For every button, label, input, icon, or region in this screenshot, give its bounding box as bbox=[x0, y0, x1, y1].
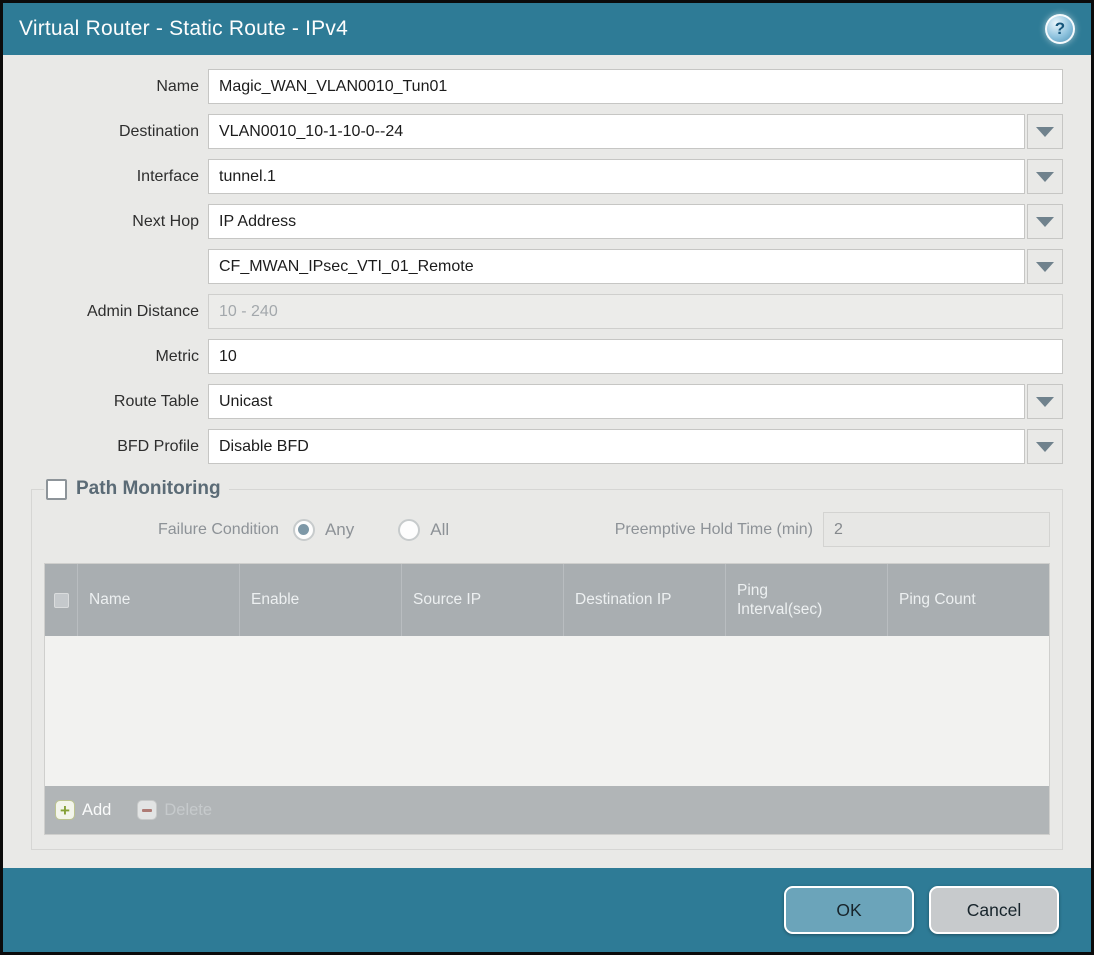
dialog-footer: OK Cancel bbox=[3, 868, 1091, 952]
name-input[interactable] bbox=[208, 69, 1063, 104]
select-all-checkbox[interactable] bbox=[53, 592, 69, 608]
dropdown-arrow-icon bbox=[1036, 126, 1054, 137]
metric-input[interactable] bbox=[208, 339, 1063, 374]
failure-condition-row: Failure Condition Any All Preemptive Hol… bbox=[44, 512, 1050, 547]
table-header-row: Name Enable Source IP Destination IP Pin… bbox=[45, 564, 1049, 636]
interface-row: Interface bbox=[31, 159, 1063, 194]
path-monitoring-legend: Path Monitoring bbox=[44, 478, 229, 500]
add-button-label: Add bbox=[82, 800, 112, 819]
route-table-input[interactable] bbox=[208, 384, 1025, 419]
next-hop-label: Next Hop bbox=[132, 212, 199, 230]
destination-row: Destination bbox=[31, 114, 1063, 149]
preemptive-hold-input[interactable] bbox=[823, 512, 1050, 547]
destination-input[interactable] bbox=[208, 114, 1025, 149]
next-hop-address-input[interactable] bbox=[208, 249, 1025, 284]
destination-dropdown-button[interactable] bbox=[1027, 114, 1063, 149]
next-hop-row: Next Hop bbox=[31, 204, 1063, 239]
admin-distance-label: Admin Distance bbox=[86, 302, 199, 320]
preemptive-hold-label: Preemptive Hold Time (min) bbox=[614, 520, 813, 538]
metric-row: Metric bbox=[31, 339, 1063, 374]
route-table-label: Route Table bbox=[113, 392, 199, 410]
destination-label: Destination bbox=[118, 122, 199, 140]
static-route-dialog: Virtual Router - Static Route - IPv4 ? N… bbox=[0, 0, 1094, 955]
interface-dropdown-button[interactable] bbox=[1027, 159, 1063, 194]
interface-input[interactable] bbox=[208, 159, 1025, 194]
dropdown-arrow-icon bbox=[1036, 396, 1054, 407]
next-hop-dropdown-button[interactable] bbox=[1027, 204, 1063, 239]
bfd-profile-dropdown-button[interactable] bbox=[1027, 429, 1063, 464]
admin-distance-input[interactable] bbox=[208, 294, 1063, 329]
metric-label: Metric bbox=[155, 347, 199, 365]
table-body-empty bbox=[45, 636, 1049, 786]
path-monitoring-table: Name Enable Source IP Destination IP Pin… bbox=[44, 563, 1050, 835]
failure-condition-any-label[interactable]: Any bbox=[325, 520, 354, 540]
name-label: Name bbox=[156, 77, 199, 95]
path-monitoring-section: Path Monitoring Failure Condition Any Al… bbox=[31, 478, 1063, 850]
dropdown-arrow-icon bbox=[1036, 171, 1054, 182]
path-monitoring-title: Path Monitoring bbox=[76, 478, 221, 499]
name-row: Name bbox=[31, 69, 1063, 104]
minus-icon bbox=[137, 800, 158, 820]
dialog-body: Name Destination Interface Next Hop bbox=[3, 55, 1091, 868]
failure-condition-label: Failure Condition bbox=[158, 520, 279, 538]
route-table-row: Route Table bbox=[31, 384, 1063, 419]
next-hop-address-row bbox=[31, 249, 1063, 284]
cancel-button[interactable]: Cancel bbox=[929, 886, 1059, 934]
bfd-profile-input[interactable] bbox=[208, 429, 1025, 464]
dropdown-arrow-icon bbox=[1036, 261, 1054, 272]
failure-condition-any-radio[interactable] bbox=[292, 518, 315, 541]
dropdown-arrow-icon bbox=[1036, 441, 1054, 452]
dropdown-arrow-icon bbox=[1036, 216, 1054, 227]
next-hop-address-dropdown-button[interactable] bbox=[1027, 249, 1063, 284]
failure-condition-all-radio[interactable] bbox=[398, 518, 421, 541]
column-header-ping-interval[interactable]: Ping Interval(sec) bbox=[725, 564, 887, 636]
table-toolbar: + Add Delete bbox=[45, 786, 1049, 834]
delete-button[interactable]: Delete bbox=[137, 800, 212, 820]
column-header-enable[interactable]: Enable bbox=[239, 564, 401, 636]
plus-icon: + bbox=[55, 800, 75, 820]
bfd-profile-label: BFD Profile bbox=[117, 437, 199, 455]
column-header-name[interactable]: Name bbox=[77, 564, 239, 636]
next-hop-type-input[interactable] bbox=[208, 204, 1025, 239]
ok-button[interactable]: OK bbox=[784, 886, 914, 934]
column-header-destination-ip[interactable]: Destination IP bbox=[563, 564, 725, 636]
interface-label: Interface bbox=[136, 167, 199, 185]
dialog-titlebar: Virtual Router - Static Route - IPv4 ? bbox=[3, 3, 1091, 55]
path-monitoring-checkbox[interactable] bbox=[46, 478, 67, 500]
delete-button-label: Delete bbox=[164, 800, 213, 819]
help-icon[interactable]: ? bbox=[1045, 14, 1075, 44]
failure-condition-all-label[interactable]: All bbox=[430, 520, 449, 540]
add-button[interactable]: + Add bbox=[55, 800, 111, 820]
admin-distance-row: Admin Distance bbox=[31, 294, 1063, 329]
radio-dot-icon bbox=[298, 524, 310, 535]
route-table-dropdown-button[interactable] bbox=[1027, 384, 1063, 419]
dialog-title: Virtual Router - Static Route - IPv4 bbox=[19, 17, 348, 40]
bfd-profile-row: BFD Profile bbox=[31, 429, 1063, 464]
column-header-ping-count[interactable]: Ping Count bbox=[887, 564, 1049, 636]
column-header-source-ip[interactable]: Source IP bbox=[401, 564, 563, 636]
table-header-select bbox=[45, 564, 77, 636]
